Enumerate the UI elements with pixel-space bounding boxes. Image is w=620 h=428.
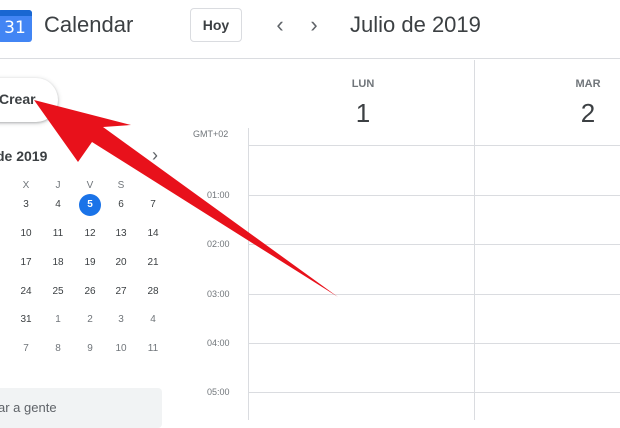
mini-calendar-day[interactable]: 21 <box>142 252 164 274</box>
chevron-left-icon[interactable]: ‹ <box>266 10 294 40</box>
day-number[interactable]: 1 <box>333 98 393 129</box>
mini-calendar-day[interactable]: 28 <box>142 281 164 303</box>
mini-weekday: V <box>86 180 94 191</box>
today-button[interactable]: Hoy <box>190 8 242 42</box>
mini-calendar-day[interactable]: 14 <box>142 223 164 245</box>
logo-number: 31 <box>4 18 26 38</box>
mini-calendar-day[interactable]: 4 <box>47 194 69 216</box>
day-number[interactable]: 2 <box>558 98 618 129</box>
mini-calendar-day[interactable]: 4 <box>142 309 164 331</box>
mini-calendar-day[interactable]: 26 <box>79 281 101 303</box>
mini-calendar-day[interactable]: 8 <box>47 338 69 360</box>
mini-calendar-day[interactable]: 20 <box>110 252 132 274</box>
hour-label: 03:00 <box>207 289 230 299</box>
create-label: Crear <box>0 91 36 107</box>
mini-calendar-day[interactable]: 17 <box>15 252 37 274</box>
people-search-placeholder: ar a gente <box>0 400 57 415</box>
mini-calendar-day[interactable]: 10 <box>15 223 37 245</box>
time-slot-area[interactable] <box>249 146 620 420</box>
hour-label: 01:00 <box>207 190 230 200</box>
mini-weekday: X <box>22 180 30 191</box>
app-title: Calendar <box>44 12 134 37</box>
mini-weekday: J <box>55 180 61 191</box>
mini-calendar-day[interactable]: 27 <box>110 281 132 303</box>
day-of-week: LUN <box>351 78 375 90</box>
day-column-header[interactable]: LUN 1 <box>333 78 393 129</box>
mini-calendar-day[interactable]: 7 <box>142 194 164 216</box>
header-divider <box>0 58 620 59</box>
mini-calendar-title: de 2019 <box>0 148 48 164</box>
mini-calendar-day[interactable]: 2 <box>79 309 101 331</box>
mini-calendar-day[interactable]: 19 <box>79 252 101 274</box>
mini-calendar-day[interactable]: 5 <box>79 194 101 216</box>
mini-calendar-day[interactable]: 10 <box>110 338 132 360</box>
day-of-week: MAR <box>575 78 601 90</box>
hour-label: 02:00 <box>207 239 230 249</box>
grid-divider <box>474 60 475 128</box>
day-column-header[interactable]: MAR 2 <box>558 78 618 129</box>
mini-calendar-day[interactable]: 24 <box>15 281 37 303</box>
chevron-right-icon[interactable]: › <box>300 10 328 40</box>
mini-calendar-day[interactable]: 18 <box>47 252 69 274</box>
mini-calendar-next-icon[interactable]: › <box>145 144 165 166</box>
mini-calendar-day[interactable]: 13 <box>110 223 132 245</box>
mini-calendar-day[interactable]: 25 <box>47 281 69 303</box>
mini-calendar-day[interactable]: 31 <box>15 309 37 331</box>
app-header: 31 Calendar Hoy ‹ › Julio de 2019 <box>0 0 620 58</box>
hour-label: 04:00 <box>207 338 230 348</box>
mini-calendar-day[interactable]: 3 <box>110 309 132 331</box>
hour-label: 05:00 <box>207 387 230 397</box>
month-title: Julio de 2019 <box>350 12 481 37</box>
calendar-logo-icon[interactable]: 31 <box>0 10 32 42</box>
mini-weekday: S <box>117 180 125 191</box>
mini-calendar-day[interactable]: 12 <box>79 223 101 245</box>
mini-calendar-day[interactable]: 6 <box>110 194 132 216</box>
timezone-label: GMT+02 <box>193 129 229 139</box>
mini-calendar-day[interactable]: 11 <box>142 338 164 360</box>
mini-calendar-day[interactable]: 9 <box>79 338 101 360</box>
mini-calendar-day[interactable]: 3 <box>15 194 37 216</box>
mini-calendar-day[interactable]: 11 <box>47 223 69 245</box>
mini-calendar-day[interactable]: 7 <box>15 338 37 360</box>
mini-calendar-day[interactable]: 1 <box>47 309 69 331</box>
